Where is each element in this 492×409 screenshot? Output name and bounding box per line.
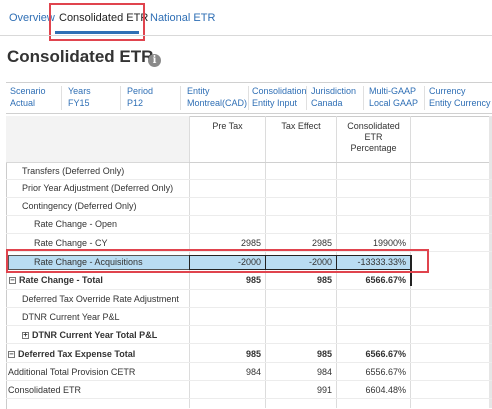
pov-currency[interactable]: Currency Entity Currency — [429, 85, 491, 109]
row-label-deferred-tax-override[interactable]: Deferred Tax Override Rate Adjustment — [22, 293, 179, 305]
cell-consolidated-etr-etr[interactable]: 6604.48% — [337, 384, 406, 396]
pov-multi-gaap[interactable]: Multi-GAAP Local GAAP — [369, 85, 418, 109]
pov-multi-gaap-value: Local GAAP — [369, 98, 419, 108]
pov-years-value: FY15 — [68, 98, 90, 108]
pov-separator — [248, 86, 249, 110]
row-divider — [6, 215, 492, 216]
row-divider — [6, 325, 492, 326]
row-label-contingency[interactable]: Contingency (Deferred Only) — [22, 200, 137, 212]
cell-additional-provision-etr[interactable]: 6556.67% — [337, 366, 406, 378]
pov-separator — [61, 86, 62, 110]
grid-corner — [6, 116, 189, 163]
pov-scenario[interactable]: Scenario Actual — [10, 85, 46, 109]
pov-currency-label: Currency — [429, 86, 466, 96]
info-icon[interactable]: i — [148, 54, 161, 67]
page-title: Consolidated ETR — [7, 47, 154, 66]
pov-period-value: P12 — [127, 98, 144, 108]
row-rate-change-total[interactable]: − Rate Change - Total — [9, 274, 103, 286]
row-dtnr-current-year-total[interactable]: + DTNR Current Year Total P&L — [22, 329, 157, 341]
row-divider — [6, 380, 492, 381]
column-header-etr-percentage[interactable]: Consolidated ETR Percentage — [337, 121, 410, 154]
row-label-rate-change-total: Rate Change - Total — [19, 275, 103, 285]
pov-consolidation-value: Entity Input — [252, 98, 298, 108]
pov-scenario-value: Actual — [10, 98, 36, 108]
tabs-divider — [0, 35, 492, 36]
row-highlight-box — [6, 249, 429, 273]
row-divider — [6, 343, 492, 344]
pov-consolidation-label: Consolidation — [252, 86, 307, 96]
row-divider — [6, 307, 492, 308]
pov-separator — [424, 86, 425, 110]
row-label-rate-change-cy[interactable]: Rate Change - CY — [34, 237, 108, 249]
row-label-deferred-tax-expense-total: Deferred Tax Expense Total — [18, 349, 136, 359]
row-label-dtnr-current-year[interactable]: DTNR Current Year P&L — [22, 311, 120, 323]
row-divider — [6, 179, 492, 180]
cell-rate-change-cy-etr[interactable]: 19900% — [337, 237, 406, 249]
row-label-rate-change-open[interactable]: Rate Change - Open — [34, 218, 117, 230]
cell-rate-change-cy-tax-effect[interactable]: 2985 — [266, 237, 332, 249]
pov-entity[interactable]: Entity Montreal(CAD) — [187, 85, 247, 109]
row-deferred-tax-expense-total[interactable]: − Deferred Tax Expense Total — [8, 348, 135, 360]
pov-years-label: Years — [68, 86, 91, 96]
tab-national-etr[interactable]: National ETR — [150, 11, 215, 25]
pov-separator — [180, 86, 181, 110]
expand-icon[interactable]: + — [22, 332, 29, 339]
pov-jurisdiction-label: Jurisdiction — [311, 86, 357, 96]
collapse-icon[interactable]: − — [9, 277, 16, 284]
header-divider — [189, 162, 492, 163]
row-label-additional-total-provision[interactable]: Additional Total Provision CETR — [8, 366, 135, 378]
pov-entity-value: Montreal(CAD) — [187, 98, 248, 108]
pov-entity-label: Entity — [187, 86, 210, 96]
row-divider — [6, 398, 492, 399]
cell-rate-change-cy-pre-tax[interactable]: 2985 — [190, 237, 261, 249]
row-divider — [6, 289, 492, 290]
column-header-tax-effect[interactable]: Tax Effect — [266, 121, 336, 132]
pov-years[interactable]: Years FY15 — [68, 85, 91, 109]
pov-jurisdiction[interactable]: Jurisdiction Canada — [311, 85, 356, 109]
row-label-dtnr-current-year-total: DTNR Current Year Total P&L — [32, 330, 158, 340]
cell-deferred-tax-expense-pre-tax[interactable]: 985 — [190, 348, 261, 360]
row-divider — [6, 362, 492, 363]
row-divider — [6, 197, 492, 198]
pov-period[interactable]: Period P12 — [127, 85, 153, 109]
cell-rate-change-total-tax-effect[interactable]: 985 — [266, 274, 332, 286]
cell-deferred-tax-expense-etr[interactable]: 6566.67% — [337, 348, 406, 360]
pov-jurisdiction-value: Canada — [311, 98, 343, 108]
cell-deferred-tax-expense-tax-effect[interactable]: 985 — [266, 348, 332, 360]
pov-consolidation[interactable]: Consolidation Entity Input — [252, 85, 307, 109]
cell-additional-provision-tax-effect[interactable]: 984 — [266, 366, 332, 378]
cell-rate-change-total-etr[interactable]: 6566.67% — [337, 274, 406, 286]
pov-scenario-label: Scenario — [10, 86, 46, 96]
pov-multi-gaap-label: Multi-GAAP — [369, 86, 417, 96]
cell-consolidated-etr-tax-effect[interactable]: 991 — [266, 384, 332, 396]
pov-separator — [363, 86, 364, 110]
row-label-prior-year-adjustment[interactable]: Prior Year Adjustment (Deferred Only) — [22, 182, 173, 194]
pov-separator — [306, 86, 307, 110]
pov-separator — [120, 86, 121, 110]
tab-overview[interactable]: Overview — [9, 11, 55, 25]
row-label-consolidated-etr[interactable]: Consolidated ETR — [8, 384, 81, 396]
cell-additional-provision-pre-tax[interactable]: 984 — [190, 366, 261, 378]
pov-period-label: Period — [127, 86, 154, 96]
cell-rate-change-total-pre-tax[interactable]: 985 — [190, 274, 261, 286]
column-header-pre-tax[interactable]: Pre Tax — [190, 121, 265, 132]
pov-currency-value: Entity Currency — [429, 98, 491, 108]
pov-bar: Scenario Actual Years FY15 Period P12 En… — [6, 82, 492, 114]
collapse-icon[interactable]: − — [8, 351, 15, 358]
row-label-transfers[interactable]: Transfers (Deferred Only) — [22, 165, 124, 177]
row-divider — [6, 233, 492, 234]
